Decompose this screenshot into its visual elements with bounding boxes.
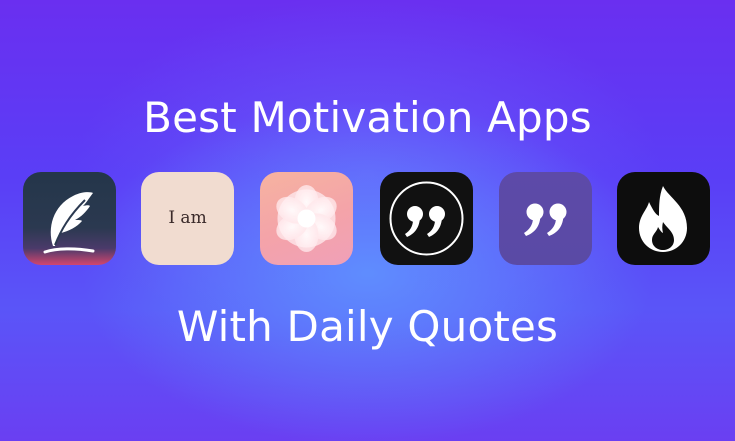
- quote-marks-circle-icon: [389, 181, 464, 256]
- app-icon-feather[interactable]: [23, 172, 116, 265]
- headline-top: Best Motivation Apps: [143, 93, 592, 142]
- flame-icon: [639, 186, 687, 252]
- app-icon-flame[interactable]: [617, 172, 710, 265]
- app-icon-quotes-circle[interactable]: [380, 172, 473, 265]
- app-icon-i-am[interactable]: I am: [141, 172, 234, 265]
- headline-bottom: With Daily Quotes: [176, 302, 559, 351]
- banner: Best Motivation Apps I am With Daily Quo…: [0, 0, 735, 441]
- i-am-text-icon: I am: [168, 208, 207, 228]
- swirl-flower-icon: [276, 185, 337, 252]
- app-icon-swirl[interactable]: [260, 172, 353, 265]
- feather-icon: [43, 192, 95, 254]
- app-icon-quotes[interactable]: [499, 172, 592, 265]
- app-icon-row: I am: [0, 172, 735, 266]
- quote-marks-icon: [524, 203, 567, 236]
